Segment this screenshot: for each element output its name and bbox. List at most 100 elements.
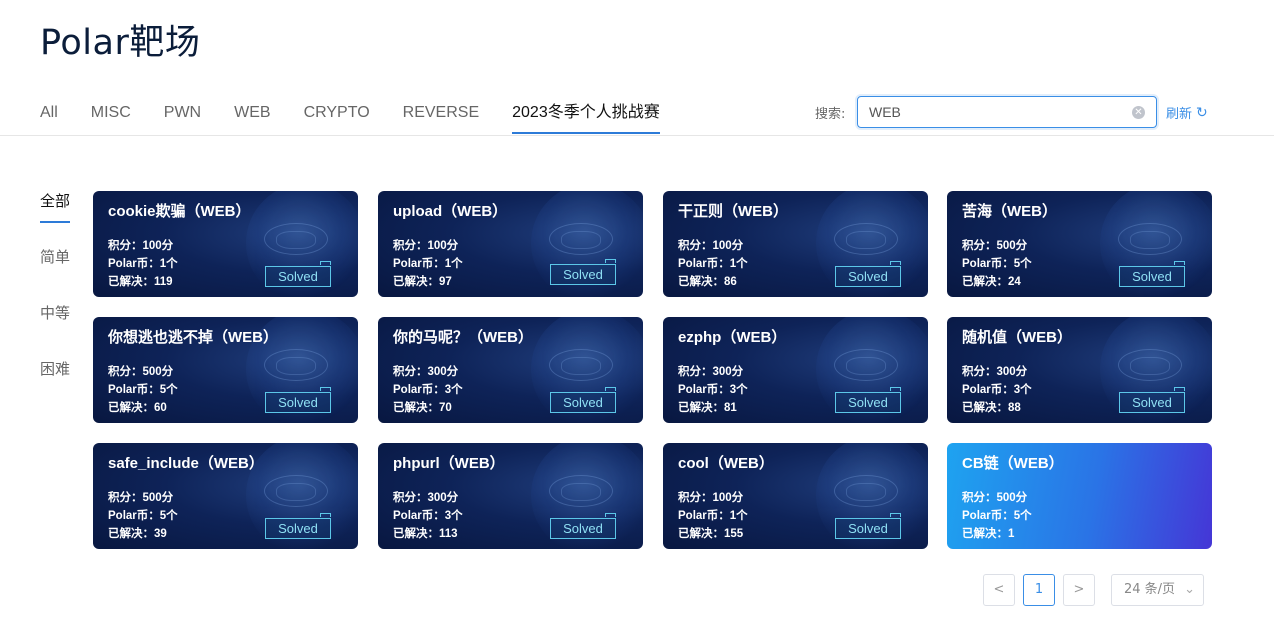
card-info: 积分：300分 Polar币：3个 已解决：81 — [678, 363, 748, 417]
card-solved-count: 已解决：86 — [678, 276, 737, 288]
card-solved-count: 已解决：113 — [393, 528, 458, 540]
solved-badge: Solved — [265, 513, 331, 539]
challenge-card[interactable]: 你想逃也逃不掉（WEB） 积分：500分 Polar币：5个 已解决：60 So… — [93, 317, 358, 423]
card-solved-count: 已解决：70 — [393, 402, 452, 414]
card-coin: Polar币：3个 — [393, 510, 463, 522]
card-title: cool（WEB） — [678, 455, 774, 472]
card-title: CB链（WEB） — [962, 455, 1064, 472]
page-size-select[interactable]: 24 条/页 ⌄ — [1111, 574, 1204, 606]
solved-badge: Solved — [265, 261, 331, 287]
card-coin: Polar币：1个 — [393, 258, 463, 270]
card-score: 积分：100分 — [678, 492, 744, 504]
chevron-down-icon: ⌄ — [1184, 582, 1195, 597]
card-info: 积分：500分 Polar币：5个 已解决：60 — [108, 363, 178, 417]
challenge-card[interactable]: safe_include（WEB） 积分：500分 Polar币：5个 已解决：… — [93, 443, 358, 549]
card-info: 积分：100分 Polar币：1个 已解决：86 — [678, 237, 748, 291]
prev-page-button[interactable]: < — [983, 574, 1015, 606]
card-info: 积分：300分 Polar币：3个 已解决：70 — [393, 363, 463, 417]
card-solved-count: 已解决：1 — [962, 528, 1015, 540]
card-coin: Polar币：1个 — [678, 510, 748, 522]
card-score: 积分：300分 — [678, 366, 744, 378]
solved-badge: Solved — [1119, 387, 1185, 413]
tab-crypto[interactable]: CRYPTO — [304, 98, 370, 134]
page-size-label: 24 条/页 — [1124, 582, 1176, 597]
challenge-card[interactable]: upload（WEB） 积分：100分 Polar币：1个 已解决：97 Sol… — [378, 191, 643, 297]
challenge-card[interactable]: ezphp（WEB） 积分：300分 Polar币：3个 已解决：81 Solv… — [663, 317, 928, 423]
tab-reverse[interactable]: REVERSE — [403, 98, 479, 134]
card-score: 积分：500分 — [962, 492, 1028, 504]
search-label: 搜索: — [815, 107, 846, 122]
card-score: 积分：500分 — [108, 492, 174, 504]
solved-badge: Solved — [550, 259, 616, 285]
sidebar-item-hard[interactable]: 困难 — [40, 358, 71, 414]
card-info: 积分：500分 Polar币：5个 已解决：39 — [108, 489, 178, 543]
page-title: Polar靶场 — [40, 23, 201, 63]
sidebar-item-label: 困难 — [40, 360, 71, 378]
card-title: 你的马呢？（WEB） — [393, 329, 533, 346]
card-score: 积分：300分 — [393, 492, 459, 504]
card-title: 干正则（WEB） — [678, 203, 788, 220]
clear-icon[interactable]: ✕ — [1132, 106, 1145, 119]
card-coin: Polar币：1个 — [108, 258, 178, 270]
solved-badge: Solved — [550, 387, 616, 413]
card-score: 积分：500分 — [962, 240, 1028, 252]
solved-badge: Solved — [550, 513, 616, 539]
card-info: 积分：300分 Polar币：3个 已解决：88 — [962, 363, 1032, 417]
card-score: 积分：300分 — [393, 366, 459, 378]
pagination: < 1 > — [983, 574, 1103, 606]
card-solved-count: 已解决：155 — [678, 528, 744, 540]
card-score: 积分：300分 — [962, 366, 1028, 378]
tab-2023-winter-challenge[interactable]: 2023冬季个人挑战赛 — [512, 98, 660, 134]
card-coin: Polar币：5个 — [962, 258, 1032, 270]
card-title: ezphp（WEB） — [678, 329, 787, 346]
card-solved-count: 已解决：81 — [678, 402, 737, 414]
card-coin: Polar币：3个 — [678, 384, 748, 396]
card-coin: Polar币：1个 — [678, 258, 748, 270]
card-score: 积分：100分 — [393, 240, 459, 252]
tab-all[interactable]: All — [40, 98, 58, 134]
search-input[interactable] — [858, 97, 1118, 127]
sidebar-item-all[interactable]: 全部 — [40, 190, 71, 246]
next-page-button[interactable]: > — [1063, 574, 1095, 606]
tab-pwn[interactable]: PWN — [164, 98, 201, 134]
card-info: 积分：500分 Polar币：5个 已解决：24 — [962, 237, 1032, 291]
card-solved-count: 已解决：88 — [962, 402, 1021, 414]
card-title: 苦海（WEB） — [962, 203, 1057, 220]
card-solved-count: 已解决：39 — [108, 528, 167, 540]
sidebar-item-label: 中等 — [40, 304, 71, 322]
search-box: ✕ — [857, 96, 1157, 128]
card-solved-count: 已解决：97 — [393, 276, 452, 288]
sidebar-item-easy[interactable]: 简单 — [40, 246, 71, 302]
card-title: upload（WEB） — [393, 203, 508, 220]
tab-web[interactable]: WEB — [234, 98, 270, 134]
challenge-card[interactable]: 干正则（WEB） 积分：100分 Polar币：1个 已解决：86 Solved — [663, 191, 928, 297]
challenge-card[interactable]: 随机值（WEB） 积分：300分 Polar币：3个 已解决：88 Solved — [947, 317, 1212, 423]
tab-misc[interactable]: MISC — [91, 98, 131, 134]
card-title: 你想逃也逃不掉（WEB） — [108, 329, 278, 346]
challenge-card[interactable]: phpurl（WEB） 积分：300分 Polar币：3个 已解决：113 So… — [378, 443, 643, 549]
card-title: safe_include（WEB） — [108, 455, 264, 472]
challenge-card[interactable]: cool（WEB） 积分：100分 Polar币：1个 已解决：155 Solv… — [663, 443, 928, 549]
card-coin: Polar币：3个 — [962, 384, 1032, 396]
card-coin: Polar币：5个 — [108, 510, 178, 522]
card-score: 积分：100分 — [678, 240, 744, 252]
page-number[interactable]: 1 — [1023, 574, 1055, 606]
difficulty-sidebar: 全部 简单 中等 困难 — [40, 190, 71, 414]
refresh-icon: ↻ — [1196, 104, 1208, 121]
card-title: cookie欺骗（WEB） — [108, 203, 251, 220]
card-solved-count: 已解决：24 — [962, 276, 1021, 288]
category-tabs: All MISC PWN WEB CRYPTO REVERSE 2023冬季个人… — [40, 98, 693, 136]
challenge-card[interactable]: cookie欺骗（WEB） 积分：100分 Polar币：1个 已解决：119 … — [93, 191, 358, 297]
refresh-button[interactable]: 刷新 ↻ — [1166, 103, 1208, 123]
card-coin: Polar币：5个 — [108, 384, 178, 396]
card-title: phpurl（WEB） — [393, 455, 505, 472]
challenge-card[interactable]: 苦海（WEB） 积分：500分 Polar币：5个 已解决：24 Solved — [947, 191, 1212, 297]
solved-badge: Solved — [265, 387, 331, 413]
challenge-card-unsolved[interactable]: CB链（WEB） 积分：500分 Polar币：5个 已解决：1 — [947, 443, 1212, 549]
solved-badge: Solved — [1119, 261, 1185, 287]
card-solved-count: 已解决：119 — [108, 276, 173, 288]
sidebar-item-medium[interactable]: 中等 — [40, 302, 71, 358]
challenge-card[interactable]: 你的马呢？（WEB） 积分：300分 Polar币：3个 已解决：70 Solv… — [378, 317, 643, 423]
card-coin: Polar币：5个 — [962, 510, 1032, 522]
card-info: 积分：100分 Polar币：1个 已解决：155 — [678, 489, 748, 543]
